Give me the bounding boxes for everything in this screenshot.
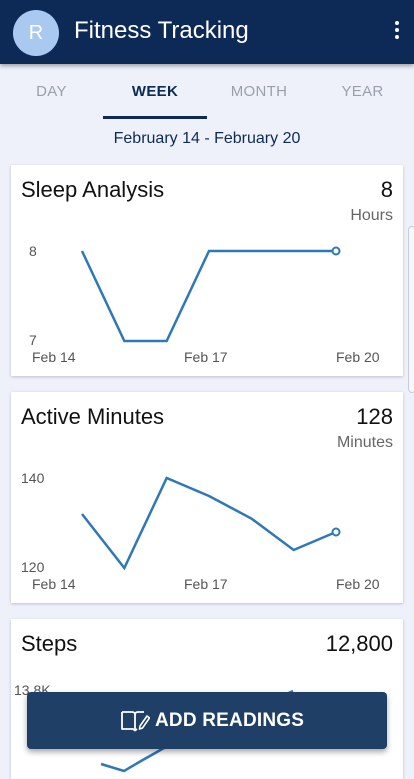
app-title: Fitness Tracking <box>74 17 249 44</box>
app-bar: R Fitness Tracking <box>0 0 414 64</box>
add-readings-button[interactable]: ADD READINGS <box>27 692 387 749</box>
sleep-chart <box>80 246 341 343</box>
tab-day[interactable]: DAY <box>0 64 103 120</box>
overflow-menu-icon[interactable] <box>392 21 402 43</box>
tab-month[interactable]: MONTH <box>207 64 311 120</box>
date-range[interactable]: February 14 - February 20 <box>0 130 414 148</box>
sleep-analysis-card[interactable]: Sleep Analysis 8 Hours 8 7 Feb 14 Feb 17… <box>11 165 403 376</box>
avatar[interactable]: R <box>13 10 59 56</box>
add-readings-label: ADD READINGS <box>155 710 305 731</box>
tab-year[interactable]: YEAR <box>311 64 414 120</box>
last-point-marker <box>331 527 341 537</box>
book-edit-icon <box>121 711 150 732</box>
series-line <box>80 249 336 343</box>
series-line <box>81 476 337 571</box>
active-minutes-card[interactable]: Active Minutes 128 Minutes 140 120 Feb 1… <box>11 392 403 603</box>
period-tabs: DAY WEEK MONTH YEAR <box>0 64 414 120</box>
active-minutes-chart <box>81 476 341 571</box>
tab-week[interactable]: WEEK <box>103 64 207 120</box>
active-tab-indicator <box>103 116 207 119</box>
last-point-marker <box>331 246 341 256</box>
scrollbar-thumb[interactable] <box>408 226 414 393</box>
